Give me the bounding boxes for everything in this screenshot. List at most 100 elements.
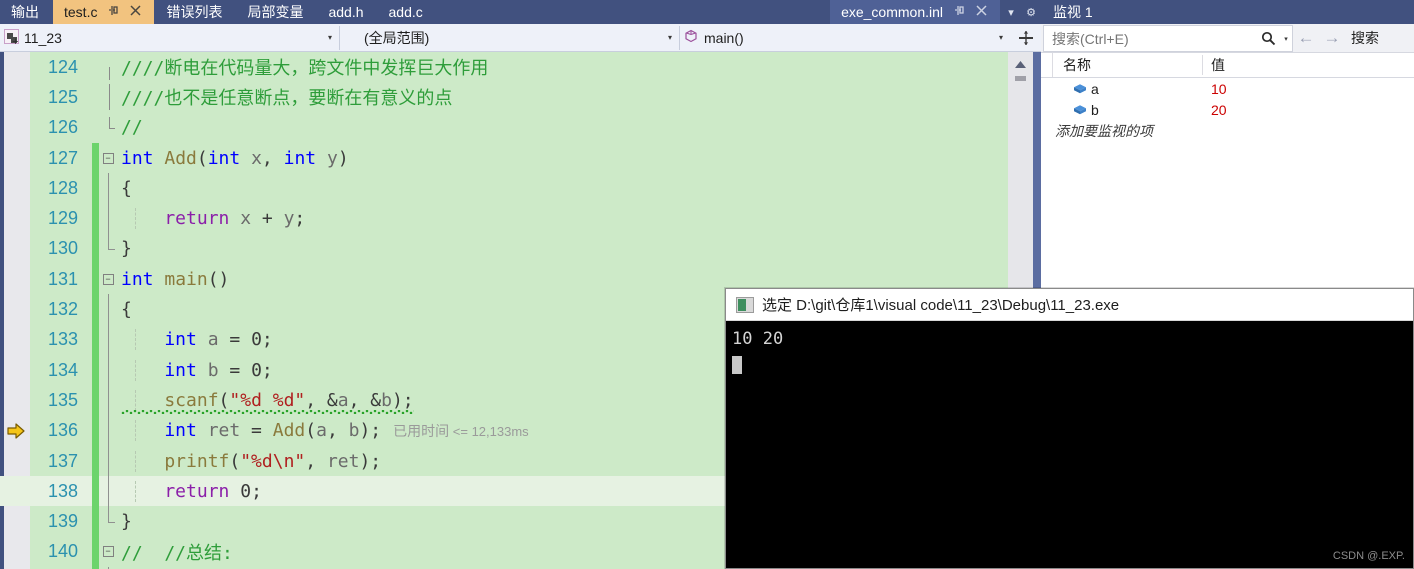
fold-margin[interactable] [99,82,117,112]
toolbar-overflow-label[interactable]: 搜索 [1345,28,1379,48]
console-title-text: 选定 D:\git\仓库1\visual code\11_23\Debug\11… [762,297,1120,314]
scroll-up-icon[interactable] [1008,56,1033,72]
current-statement-arrow-icon [6,422,26,440]
close-icon[interactable] [973,0,989,24]
tab-exe-common-inl[interactable]: exe_common.inl [830,0,1001,24]
token: , [305,450,327,472]
console-title-bar[interactable]: 选定 D:\git\仓库1\visual code\11_23\Debug\11… [726,289,1413,321]
forward-arrow-icon[interactable]: → [1319,24,1345,53]
watch-variable-name[interactable]: b [1053,102,1203,118]
console-window[interactable]: 选定 D:\git\仓库1\visual code\11_23\Debug\11… [725,288,1414,569]
back-arrow-icon[interactable]: ← [1293,24,1319,53]
gear-icon[interactable]: ⚙ [1021,0,1041,24]
chevron-down-icon[interactable]: ▾ [661,33,679,42]
chevron-down-icon[interactable]: ▾ [321,33,339,42]
fold-margin[interactable] [99,476,117,507]
collapse-icon[interactable]: − [102,273,114,285]
code-text[interactable]: int Add(int x, int y) [117,148,1008,169]
tab-locals[interactable]: 局部变量 [236,0,318,24]
code-text[interactable]: // [109,117,1008,138]
code-text[interactable]: { [117,178,1008,199]
fold-margin[interactable]: − [99,264,117,294]
change-indicator-bar [92,294,99,325]
fold-margin[interactable]: − [99,143,117,173]
code-line[interactable]: 126 // [0,113,1008,143]
fold-margin[interactable] [99,324,117,355]
fold-margin[interactable] [99,52,117,82]
fold-line [108,324,109,355]
comment-block-guide [109,67,110,81]
close-icon[interactable] [127,0,143,24]
code-line[interactable]: 128 { [0,173,1008,204]
collapse-icon[interactable]: − [102,152,114,164]
line-number: 137 [47,450,78,471]
pin-icon[interactable] [951,0,967,24]
token: // //总结: [121,542,233,564]
fold-margin[interactable] [99,445,117,477]
code-tokens: ////也不是任意断点，要断在有意义的点 [121,88,452,109]
watch-panel-title: 监视 1 [1041,0,1414,24]
watch-row[interactable]: b 20 [1041,99,1414,120]
token: main [164,268,208,290]
token: ret [326,450,360,472]
watch-variable-value[interactable]: 20 [1203,102,1414,118]
code-text[interactable]: return x + y; [117,208,1008,230]
token: b [348,420,360,442]
fold-margin[interactable] [99,173,117,204]
token: ; [261,329,273,351]
watch-row[interactable]: a 10 [1041,78,1414,99]
project-dropdown[interactable]: 11_23 ▾ [0,25,340,50]
chevron-down-icon[interactable]: ▾ [992,33,1010,42]
variable-name-text: a [1091,80,1099,97]
column-header-value[interactable]: 值 [1203,55,1414,75]
tab-strip-filler [436,0,831,24]
tab-add-c[interactable]: add.c [377,0,437,24]
code-text[interactable]: int main() [117,269,1008,290]
watch-variable-name[interactable]: a [1053,81,1203,97]
tab-output[interactable]: 输出 [0,0,53,24]
token: x [240,208,252,230]
fold-margin[interactable] [99,233,117,264]
column-header-name[interactable]: 名称 [1053,55,1203,75]
fold-margin[interactable] [99,203,117,234]
watch-add-item-row[interactable]: 添加要监视的项 [1041,120,1414,141]
search-icon[interactable] [1256,31,1280,46]
tab-label: exe_common.inl [841,4,943,20]
scrollbar-thumb[interactable] [1015,76,1026,81]
search-options-dropdown[interactable]: ▾ [1280,35,1292,43]
fold-margin[interactable] [99,385,117,416]
tab-error-list[interactable]: 错误列表 [155,0,237,24]
code-text[interactable]: } [117,238,1008,259]
fold-margin[interactable] [99,415,117,446]
change-indicator-bar [92,52,99,82]
fold-margin[interactable]: − [99,537,117,567]
line-number: 135 [47,389,78,410]
tab-test-c[interactable]: test.c [53,0,156,24]
code-tokens: } [121,238,132,259]
search-input[interactable] [1044,30,1256,47]
tab-overflow-dropdown[interactable]: ▾ [1001,0,1021,24]
pin-icon[interactable] [105,0,121,24]
code-line[interactable]: 127− int Add(int x, int y) [0,142,1008,174]
watch-search-box[interactable]: ▾ [1043,25,1293,52]
token: b [381,389,392,411]
line-number: 134 [47,359,78,380]
line-number: 130 [47,238,78,259]
change-indicator-bar [92,445,99,477]
code-text[interactable]: ////也不是任意断点，要断在有意义的点 [109,84,1008,111]
code-line[interactable]: 130} [0,233,1008,265]
member-dropdown[interactable]: main() ▾ [680,25,1010,50]
tab-add-h[interactable]: add.h [317,0,378,24]
fold-margin[interactable] [99,506,117,536]
fold-margin[interactable] [99,294,117,325]
scope-dropdown[interactable]: (全局范围) ▾ [340,25,680,50]
watch-variable-value[interactable]: 10 [1203,81,1414,97]
code-line[interactable]: 129 return x + y; [0,203,1008,234]
code-text[interactable]: ////断电在代码量大，跨文件中发挥巨大作用 [109,54,1008,81]
collapse-icon[interactable]: − [102,546,114,558]
fold-margin[interactable] [99,354,117,386]
code-line[interactable]: 124 ////断电在代码量大，跨文件中发挥巨大作用 [0,52,1008,82]
split-editor-icon[interactable] [1014,26,1038,50]
code-line[interactable]: 125 ////也不是任意断点，要断在有意义的点 [0,82,1008,112]
console-output-area[interactable]: 10 20 [726,321,1413,568]
